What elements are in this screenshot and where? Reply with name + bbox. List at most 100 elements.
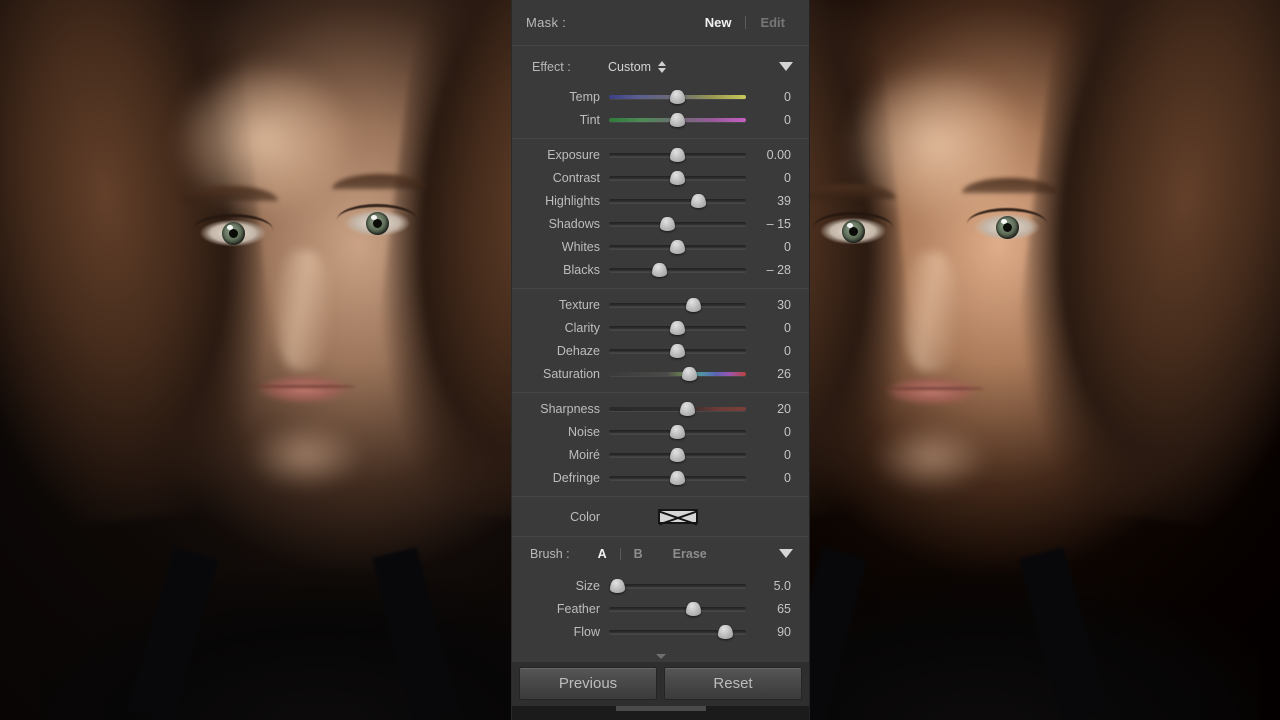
color-swatch-button[interactable] xyxy=(657,509,698,525)
slider-control[interactable] xyxy=(609,424,746,440)
slider-label: Defringe xyxy=(552,470,600,485)
brush-erase-button[interactable]: Erase xyxy=(667,547,713,561)
slider-value[interactable]: 65 xyxy=(746,602,795,616)
slider-control[interactable] xyxy=(609,239,746,255)
slider-value[interactable]: 0 xyxy=(746,90,795,104)
slider-handle[interactable] xyxy=(686,297,702,312)
slider-track[interactable] xyxy=(609,371,746,376)
slider-control[interactable] xyxy=(609,297,746,313)
slider-control[interactable] xyxy=(609,624,746,640)
chevron-down-icon[interactable] xyxy=(779,62,793,72)
slider-control[interactable] xyxy=(609,601,746,617)
slider-handle[interactable] xyxy=(670,470,685,485)
slider-track[interactable] xyxy=(609,198,746,203)
slider-label: Size xyxy=(575,579,600,594)
divider xyxy=(512,44,809,46)
slider-handle[interactable] xyxy=(670,447,685,462)
brush-a-button[interactable]: A xyxy=(592,547,613,561)
slider-value[interactable]: 20 xyxy=(746,402,795,416)
eye-left xyxy=(193,214,273,248)
slider-control[interactable] xyxy=(609,193,746,209)
slider-row-shadows: Shadows – 15 xyxy=(512,212,809,235)
slider-handle[interactable] xyxy=(670,424,685,439)
color-label: Color xyxy=(570,509,600,524)
slider-value[interactable]: 0 xyxy=(746,471,795,485)
slider-value[interactable]: 5.0 xyxy=(746,579,795,593)
slider-row-exposure: Exposure 0.00 xyxy=(512,143,809,166)
slider-value[interactable]: 0 xyxy=(746,344,795,358)
slider-label: Whites xyxy=(561,239,600,254)
slider-track[interactable] xyxy=(609,607,746,612)
slider-handle[interactable] xyxy=(670,343,685,358)
slider-control[interactable] xyxy=(609,89,746,105)
stepper-icon[interactable] xyxy=(658,60,667,73)
slider-label: Highlights xyxy=(545,193,600,208)
chevron-down-icon[interactable] xyxy=(779,549,793,559)
slider-track[interactable] xyxy=(609,267,746,272)
slider-value[interactable]: – 28 xyxy=(746,263,795,277)
slider-handle[interactable] xyxy=(682,366,698,381)
slider-handle[interactable] xyxy=(686,602,702,617)
slider-control[interactable] xyxy=(609,366,746,382)
panel-collapse-handle[interactable] xyxy=(512,650,809,663)
slider-handle[interactable] xyxy=(690,193,706,208)
slider-handle[interactable] xyxy=(670,89,685,104)
presence-group: Texture 30 Clarity 0 Dehaze 0 Saturation 26 xyxy=(512,289,809,392)
slider-value[interactable]: 90 xyxy=(746,625,795,639)
slider-handle[interactable] xyxy=(670,170,685,185)
slider-handle[interactable] xyxy=(652,262,668,277)
resize-handle[interactable] xyxy=(615,706,706,712)
slider-value[interactable]: 0 xyxy=(746,171,795,185)
slider-value[interactable]: 30 xyxy=(746,298,795,312)
slider-handle[interactable] xyxy=(670,320,685,335)
brush-b-button[interactable]: B xyxy=(628,547,649,561)
slider-value[interactable]: 39 xyxy=(746,194,795,208)
chevron-down-icon xyxy=(655,653,666,659)
slider-handle[interactable] xyxy=(670,147,685,162)
slider-value[interactable]: 0 xyxy=(746,240,795,254)
slider-handle[interactable] xyxy=(679,401,695,416)
slider-handle[interactable] xyxy=(660,216,676,231)
reset-button[interactable]: Reset xyxy=(664,667,802,701)
mask-new-button[interactable]: New xyxy=(699,15,738,30)
slider-value[interactable]: 26 xyxy=(746,367,795,381)
brush-slider-group: Size 5.0 Feather 65 Flow 90 xyxy=(512,571,809,651)
slider-track[interactable] xyxy=(609,406,746,411)
panel-footer: Previous Reset xyxy=(512,662,809,707)
slider-label: Shadows xyxy=(548,216,600,231)
lip-line xyxy=(880,387,984,390)
lips xyxy=(250,370,358,408)
slider-handle[interactable] xyxy=(609,579,625,594)
slider-row-saturation: Saturation 26 xyxy=(512,362,809,385)
previous-button[interactable]: Previous xyxy=(519,667,657,701)
slider-value[interactable]: 0.00 xyxy=(746,148,795,162)
slider-track[interactable] xyxy=(609,221,746,226)
slider-control[interactable] xyxy=(609,320,746,336)
slider-control[interactable] xyxy=(609,262,746,278)
slider-value[interactable]: 0 xyxy=(746,425,795,439)
slider-track[interactable] xyxy=(609,302,746,307)
slider-control[interactable] xyxy=(609,147,746,163)
slider-control[interactable] xyxy=(609,112,746,128)
slider-control[interactable] xyxy=(609,343,746,359)
slider-label: Blacks xyxy=(563,262,600,277)
mask-edit-button[interactable]: Edit xyxy=(754,15,791,30)
effect-value[interactable]: Custom xyxy=(608,60,651,74)
slider-control[interactable] xyxy=(609,170,746,186)
slider-label: Saturation xyxy=(543,366,600,381)
slider-handle[interactable] xyxy=(670,239,685,254)
slider-control[interactable] xyxy=(609,216,746,232)
slider-control[interactable] xyxy=(609,470,746,486)
slider-handle[interactable] xyxy=(717,625,733,640)
slider-handle[interactable] xyxy=(670,112,685,127)
slider-value[interactable]: – 15 xyxy=(746,217,795,231)
slider-value[interactable]: 0 xyxy=(746,113,795,127)
slider-value[interactable]: 0 xyxy=(746,321,795,335)
slider-label: Texture xyxy=(559,297,600,312)
slider-value[interactable]: 0 xyxy=(746,448,795,462)
slider-control[interactable] xyxy=(609,401,746,417)
slider-row-sharpness: Sharpness 20 xyxy=(512,397,809,420)
slider-control[interactable] xyxy=(609,578,746,594)
slider-track[interactable] xyxy=(609,584,746,589)
slider-control[interactable] xyxy=(609,447,746,463)
